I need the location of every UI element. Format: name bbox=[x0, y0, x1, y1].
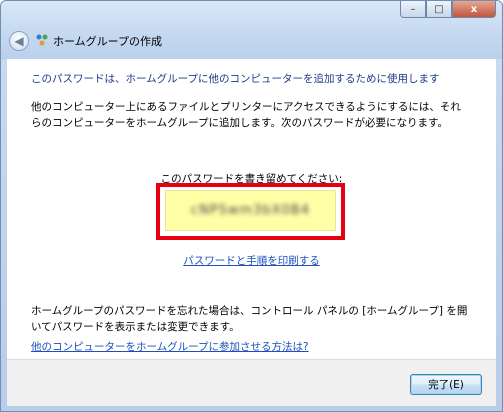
description-text: 他のコンピューター上にあるファイルとプリンターにアクセスできるようにするには、そ… bbox=[31, 101, 461, 129]
close-button[interactable]: x bbox=[452, 1, 496, 18]
window-title: ホームグループの作成 bbox=[53, 35, 163, 48]
forgot-password-text: ホームグループのパスワードを忘れた場合は、コントロール パネルの [ホームグルー… bbox=[31, 305, 468, 333]
title-bar: – □ x ◀ ホームグループの作成 bbox=[1, 1, 502, 59]
password-value: cNPSwm3bX0B4 bbox=[190, 203, 311, 218]
minimize-button[interactable]: – bbox=[400, 1, 426, 18]
back-arrow-icon: ◀ bbox=[14, 34, 24, 48]
dialog-footer: 完了(E) bbox=[7, 359, 496, 406]
dialog-window: – □ x ◀ ホームグループの作成 このパスワードは、ホームグループに他のコン… bbox=[0, 0, 503, 412]
caption-buttons: – □ x bbox=[400, 1, 496, 19]
homegroup-icon bbox=[35, 33, 49, 47]
instruction-heading: このパスワードは、ホームグループに他のコンピューターを追加するために使用します bbox=[31, 73, 440, 85]
print-password-link[interactable]: パスワードと手順を印刷する bbox=[7, 253, 496, 268]
main-content: このパスワードは、ホームグループに他のコンピューターを追加するために使用します … bbox=[7, 59, 496, 359]
finish-button[interactable]: 完了(E) bbox=[410, 374, 482, 395]
join-homegroup-help-link[interactable]: 他のコンピューターをホームグループに参加させる方法は? bbox=[31, 339, 309, 354]
password-display: cNPSwm3bX0B4 bbox=[165, 190, 336, 231]
maximize-button[interactable]: □ bbox=[426, 1, 452, 18]
back-button[interactable]: ◀ bbox=[9, 31, 29, 51]
